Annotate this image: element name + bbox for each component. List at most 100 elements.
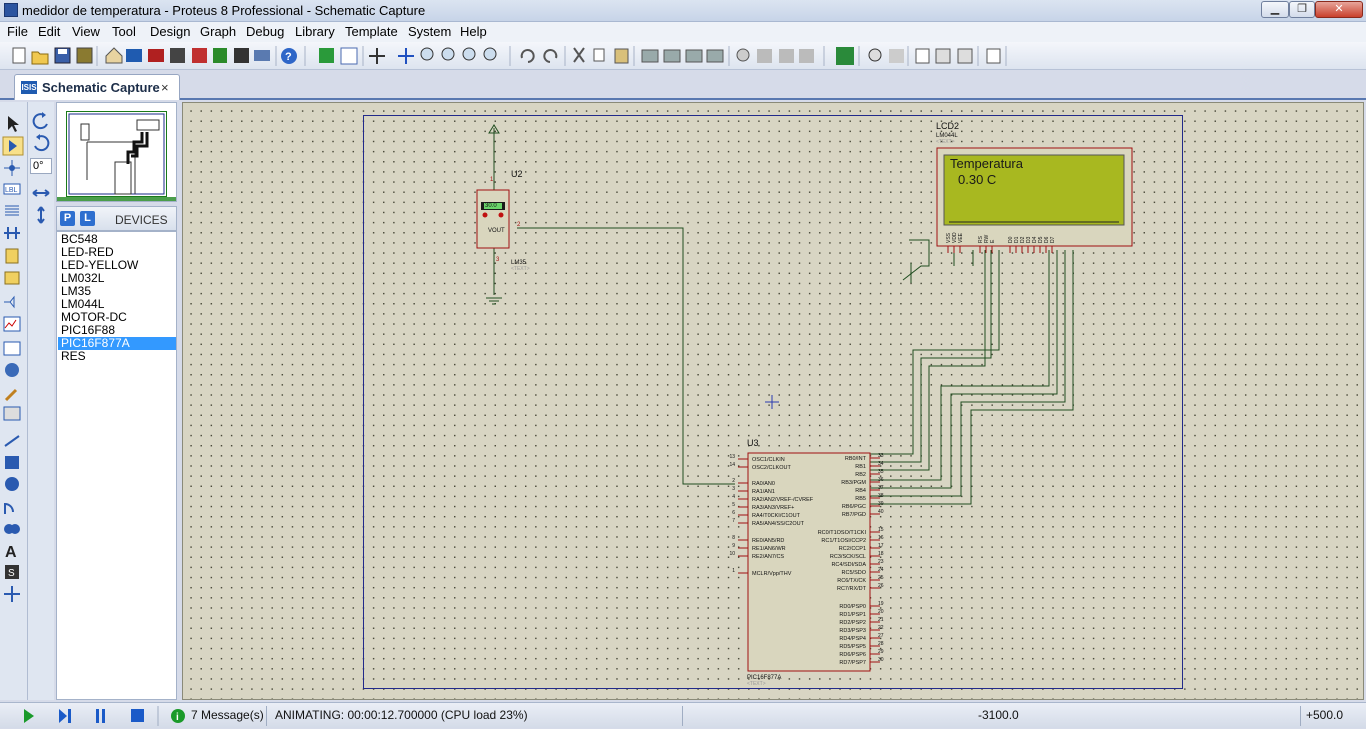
copy-icon[interactable]	[593, 48, 605, 62]
origin-icon[interactable]	[369, 48, 385, 64]
new-file-icon[interactable]	[12, 47, 26, 64]
tab-close-icon[interactable]: ×	[161, 80, 169, 95]
terminal-icon[interactable]	[4, 271, 20, 285]
block-copy-icon[interactable]	[641, 49, 659, 63]
generator-icon[interactable]	[5, 363, 19, 377]
menu-edit[interactable]: Edit	[38, 24, 60, 39]
messages-count[interactable]: 7 Message(s)	[191, 708, 264, 722]
close-button[interactable]: ✕	[1315, 1, 1363, 18]
pick-devices-button[interactable]: P	[60, 211, 75, 226]
tape-recorder-icon[interactable]	[3, 341, 21, 356]
bus-icon[interactable]	[4, 227, 20, 239]
rotation-angle-field[interactable]: 0°	[30, 158, 52, 174]
minimize-button[interactable]: ▁	[1261, 1, 1289, 18]
path-2d-icon[interactable]	[4, 524, 20, 534]
pic-pin-number: 38	[878, 493, 884, 499]
block-rotate-icon[interactable]	[685, 49, 703, 63]
pic16f877a-microcontroller[interactable]: U3 PIC16F877A <TEXT> 13 OSC1/CLKIN14 OSC2/…	[729, 438, 883, 687]
search-tag-icon[interactable]	[868, 48, 882, 62]
u2-text-placeholder: <TEXT>	[511, 266, 530, 272]
menu-file[interactable]: File	[7, 24, 28, 39]
paste-icon[interactable]	[614, 48, 629, 64]
rotate-clockwise-icon[interactable]	[32, 112, 48, 130]
menu-graph[interactable]: Graph	[200, 24, 236, 39]
line-2d-icon[interactable]	[4, 435, 20, 447]
junction-dot-icon[interactable]	[4, 160, 20, 176]
zoom-out-icon[interactable]	[441, 47, 455, 61]
menu-template[interactable]: Template	[345, 24, 398, 39]
component-mode-icon[interactable]	[2, 136, 24, 156]
property-assignment-icon[interactable]	[889, 49, 904, 63]
bom-icon[interactable]	[213, 48, 227, 63]
grid-toggle-icon[interactable]	[340, 47, 358, 65]
block-delete-icon[interactable]	[706, 49, 724, 63]
subcircuit-icon[interactable]	[5, 248, 19, 264]
lm35-sensor[interactable]: U2 30.0 VOUT LM35 <TEXT> 1 2 3	[476, 124, 530, 305]
graph-icon[interactable]	[3, 316, 21, 332]
device-pin-icon[interactable]	[4, 295, 15, 309]
design-explorer-icon[interactable]	[254, 50, 270, 61]
undo-icon[interactable]	[520, 49, 535, 63]
new-sheet-icon[interactable]	[915, 48, 930, 64]
text-2d-icon[interactable]: A	[5, 544, 17, 561]
pick-device-icon[interactable]	[736, 48, 750, 62]
gerber-icon[interactable]	[192, 48, 207, 63]
play-icon[interactable]	[24, 709, 34, 723]
source-code-icon[interactable]	[234, 48, 249, 63]
overview-viewport[interactable]	[66, 111, 167, 197]
library-manager-button[interactable]: L	[80, 211, 95, 226]
schematic-canvas[interactable]: U2 30.0 VOUT LM35 <TEXT> 1 2 3 LCD2 LM04…	[182, 102, 1364, 700]
menu-tool[interactable]: Tool	[112, 24, 136, 39]
menu-debug[interactable]: Debug	[246, 24, 284, 39]
box-2d-icon[interactable]	[5, 456, 19, 469]
virtual-instrument-icon[interactable]	[3, 406, 21, 421]
lcd-lm044l[interactable]: LCD2 LM044L <TEXT> Temperatura 0.30 C VS…	[936, 121, 1133, 253]
symbol-2d-icon[interactable]: S	[5, 565, 19, 579]
tab-schematic-capture[interactable]: ISIS Schematic Capture ×	[14, 74, 180, 100]
wire-label-icon[interactable]: LBL	[3, 183, 21, 195]
zoom-area-icon[interactable]	[483, 47, 497, 61]
pause-icon[interactable]	[96, 709, 105, 723]
make-device-icon[interactable]	[757, 49, 772, 63]
step-icon[interactable]	[59, 709, 71, 723]
menu-design[interactable]: Design	[150, 24, 190, 39]
netlist-icon[interactable]	[986, 48, 1001, 64]
open-folder-icon[interactable]	[31, 51, 49, 65]
overview-window[interactable]	[56, 102, 177, 202]
refresh-icon[interactable]	[319, 48, 334, 63]
arc-2d-icon[interactable]	[4, 502, 14, 514]
mirror-x-icon[interactable]	[32, 189, 50, 197]
mirror-y-icon[interactable]	[37, 206, 45, 224]
marker-2d-icon[interactable]	[4, 586, 20, 602]
isis-icon[interactable]	[126, 49, 142, 62]
menu-help[interactable]: Help	[460, 24, 487, 39]
voltage-probe-icon[interactable]	[4, 388, 18, 402]
rotate-anticlockwise-icon[interactable]	[34, 134, 50, 152]
wire-autorouter-icon[interactable]	[836, 47, 854, 65]
decompose-icon[interactable]	[799, 49, 814, 63]
remove-sheet-icon[interactable]	[935, 48, 951, 64]
exit-to-parent-icon[interactable]	[957, 48, 973, 64]
menu-library[interactable]: Library	[295, 24, 335, 39]
3d-viewer-icon[interactable]	[170, 48, 185, 63]
stop-icon[interactable]	[131, 709, 144, 722]
circle-2d-icon[interactable]	[5, 477, 19, 491]
menu-view[interactable]: View	[72, 24, 100, 39]
maximize-button[interactable]: ❐	[1289, 1, 1315, 18]
ares-icon[interactable]	[148, 49, 164, 62]
import-icon[interactable]	[76, 47, 93, 64]
menu-system[interactable]: System	[408, 24, 451, 39]
home-icon[interactable]	[105, 47, 123, 64]
selection-mode-icon[interactable]	[8, 116, 19, 132]
help-icon[interactable]: ?	[281, 48, 297, 64]
device-item[interactable]: RES	[58, 350, 176, 363]
zoom-all-icon[interactable]	[462, 47, 476, 61]
text-script-icon[interactable]	[5, 205, 19, 216]
zoom-in-icon[interactable]	[420, 47, 434, 61]
redo-icon[interactable]	[543, 49, 558, 63]
packaging-tool-icon[interactable]	[779, 49, 794, 63]
cut-icon[interactable]	[573, 47, 585, 63]
pan-icon[interactable]	[398, 48, 414, 64]
save-icon[interactable]	[54, 47, 71, 64]
block-move-icon[interactable]	[663, 49, 681, 63]
